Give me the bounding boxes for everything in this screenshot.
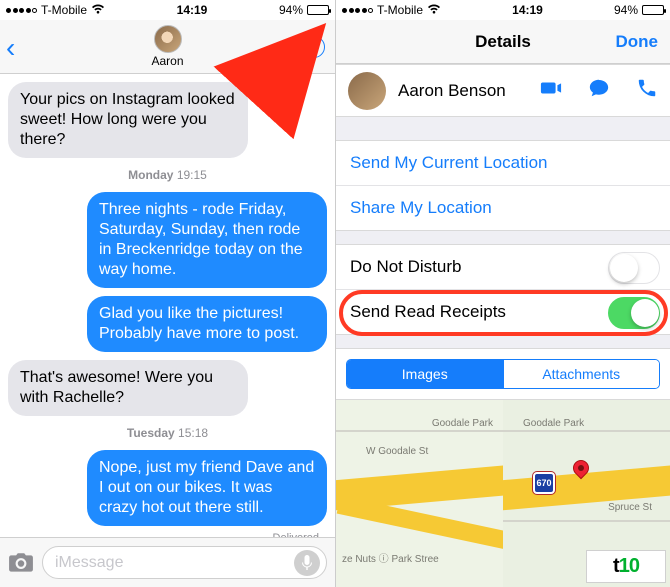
- message-input-bar: iMessage: [0, 537, 335, 587]
- read-receipts-label: Send Read Receipts: [350, 302, 506, 322]
- dnd-label: Do Not Disturb: [350, 257, 461, 277]
- watermark-logo: t10: [586, 550, 666, 583]
- message-input[interactable]: iMessage: [42, 546, 327, 579]
- battery-pct: 94%: [614, 3, 638, 17]
- battery-pct: 94%: [279, 3, 303, 17]
- messages-screen: T-Mobile 14:19 94% ‹ Aaron i Your pics o…: [0, 0, 335, 587]
- clock: 14:19: [177, 3, 208, 17]
- map-label: Goodale Park: [432, 418, 493, 429]
- segment-images[interactable]: Images: [347, 360, 503, 388]
- page-title: Details: [475, 32, 531, 52]
- avatar: [348, 72, 386, 110]
- section-spacer: [336, 231, 670, 245]
- map-label: W Goodale St: [366, 446, 428, 457]
- contact-row[interactable]: Aaron Benson: [336, 64, 670, 117]
- contact-name[interactable]: Aaron: [151, 54, 183, 68]
- chat-header: ‹ Aaron i: [0, 20, 335, 74]
- message-icon[interactable]: [588, 77, 610, 104]
- media-segment-wrap: Images Attachments: [336, 349, 670, 400]
- done-button[interactable]: Done: [616, 32, 659, 52]
- wifi-icon: [427, 3, 441, 18]
- map-label: Goodale Park: [523, 418, 584, 429]
- call-icon[interactable]: [636, 77, 658, 104]
- timestamp: Monday 19:15: [8, 168, 327, 182]
- message-row: That's awesome! Were you with Rachelle?: [8, 356, 327, 420]
- send-current-location-button[interactable]: Send My Current Location: [336, 141, 670, 186]
- camera-icon[interactable]: [8, 552, 34, 574]
- section-spacer: [336, 117, 670, 141]
- status-bar: T-Mobile 14:19 94%: [336, 0, 670, 20]
- message-bubble-incoming[interactable]: That's awesome! Were you with Rachelle?: [8, 360, 248, 416]
- avatar[interactable]: [154, 25, 182, 53]
- chat-body: Your pics on Instagram looked sweet! How…: [0, 74, 335, 537]
- message-bubble-outgoing[interactable]: Glad you like the pictures! Probably hav…: [87, 296, 327, 352]
- mic-icon[interactable]: [294, 550, 320, 576]
- section-spacer: [336, 335, 670, 349]
- facetime-icon[interactable]: [540, 77, 562, 104]
- clock: 14:19: [512, 3, 543, 17]
- details-header: Details Done: [336, 20, 670, 64]
- message-row: Your pics on Instagram looked sweet! How…: [8, 78, 327, 162]
- share-my-location-button[interactable]: Share My Location: [336, 186, 670, 231]
- wifi-icon: [91, 3, 105, 18]
- message-bubble-incoming[interactable]: Your pics on Instagram looked sweet! How…: [8, 82, 248, 158]
- info-button[interactable]: i: [303, 36, 325, 58]
- map-label: Spruce St: [608, 502, 652, 513]
- battery-icon: [642, 5, 664, 15]
- carrier-label: T-Mobile: [41, 3, 87, 17]
- message-bubble-outgoing[interactable]: Nope, just my friend Dave and I out on o…: [87, 450, 327, 526]
- message-row: Three nights - rode Friday, Saturday, Su…: [8, 188, 327, 292]
- send-read-receipts-row: Send Read Receipts: [336, 290, 670, 335]
- media-segment: Images Attachments: [346, 359, 660, 389]
- carrier-label: T-Mobile: [377, 3, 423, 17]
- back-chevron-icon[interactable]: ‹: [6, 32, 15, 64]
- message-bubble-outgoing[interactable]: Three nights - rode Friday, Saturday, Su…: [87, 192, 327, 288]
- media-tile-map[interactable]: Goodale Park W Goodale St ze Nuts ⓘ Park…: [336, 400, 503, 587]
- battery-icon: [307, 5, 329, 15]
- do-not-disturb-row: Do Not Disturb: [336, 245, 670, 290]
- map-label: ze Nuts ⓘ Park Stree: [342, 550, 439, 565]
- signal-dots-icon: [342, 8, 373, 13]
- details-screen: T-Mobile 14:19 94% Details Done Aaron Be…: [335, 0, 670, 587]
- do-not-disturb-toggle[interactable]: [608, 252, 660, 284]
- signal-dots-icon: [6, 8, 37, 13]
- message-placeholder: iMessage: [55, 554, 123, 572]
- contact-full-name: Aaron Benson: [398, 81, 528, 101]
- segment-attachments[interactable]: Attachments: [503, 360, 660, 388]
- message-row: Glad you like the pictures! Probably hav…: [8, 292, 327, 356]
- send-read-receipts-toggle[interactable]: [608, 297, 660, 329]
- timestamp: Tuesday 15:18: [8, 426, 327, 440]
- status-bar: T-Mobile 14:19 94%: [0, 0, 335, 20]
- message-row: Nope, just my friend Dave and I out on o…: [8, 446, 327, 530]
- interstate-badge: 670: [533, 472, 555, 494]
